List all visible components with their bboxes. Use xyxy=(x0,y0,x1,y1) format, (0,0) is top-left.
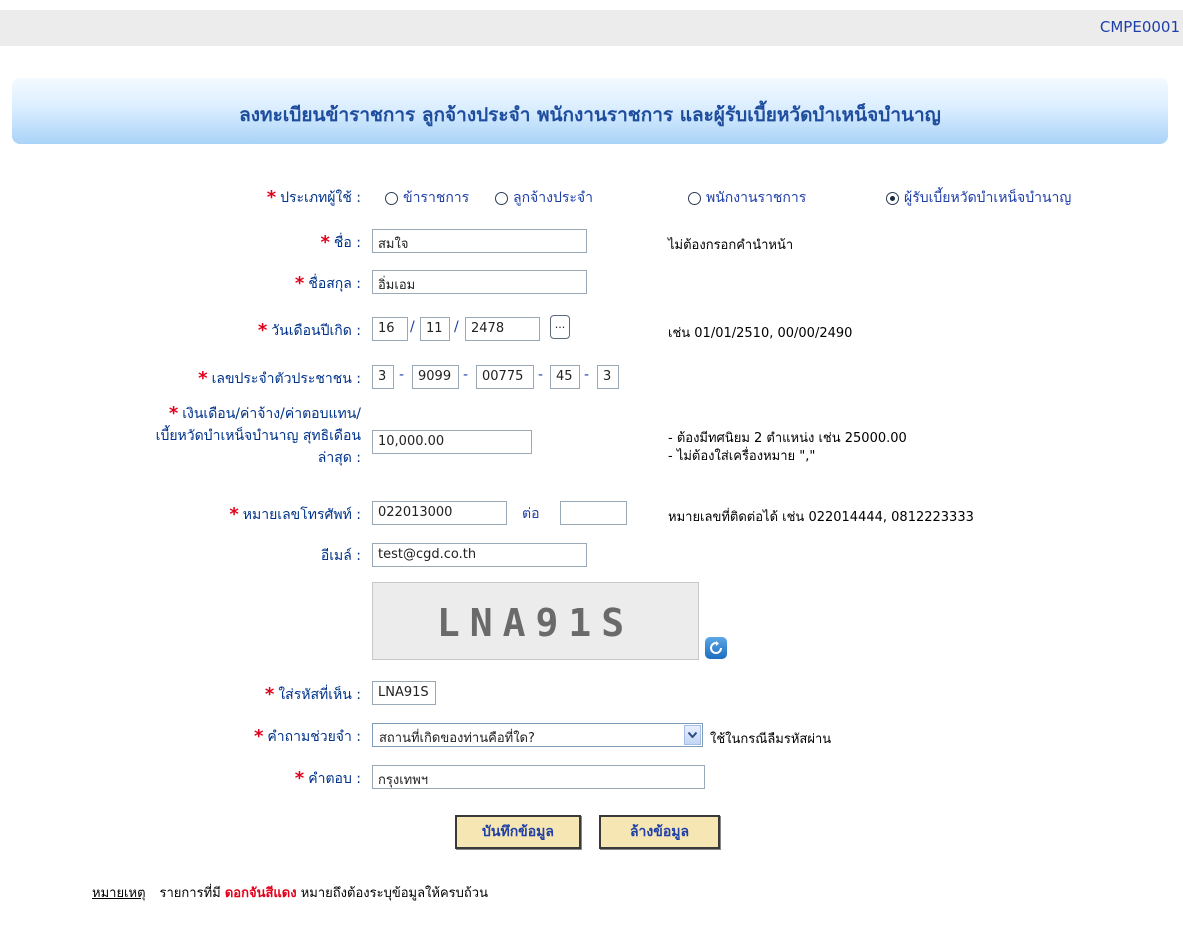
radio-circle-selected[interactable] xyxy=(886,191,899,205)
birth-year-input[interactable]: 2478 xyxy=(465,317,540,341)
radio-circle[interactable] xyxy=(385,191,398,205)
last-name-input[interactable]: อิ่มเอม xyxy=(372,270,587,294)
captcha-input[interactable]: LNA91S xyxy=(372,681,436,705)
security-question-select[interactable]: สถานที่เกิดของท่านคือที่ใด? xyxy=(372,723,703,747)
refresh-icon[interactable] xyxy=(705,637,727,659)
note-title: หมายเหตุ xyxy=(92,886,146,901)
first-name-label: * ชื่อ : xyxy=(320,232,362,253)
citizen-id-part-2[interactable]: 9099 xyxy=(412,365,459,389)
page-code: CMPE0001 xyxy=(1099,18,1180,36)
birth-day-input[interactable]: 16 xyxy=(372,317,408,341)
answer-input[interactable]: กรุงเทพฯ xyxy=(372,765,705,789)
birth-date-hint: เช่น 01/01/2510, 00/00/2490 xyxy=(668,326,853,341)
citizen-id-part-1[interactable]: 3 xyxy=(372,365,394,389)
birth-date-label: * วันเดือนปีเกิด : xyxy=(257,320,361,341)
salary-label: * เงินเดือน/ค่าจ้าง/ค่าตอบแทน/ เบี้ยหวัดบ… xyxy=(155,403,361,466)
first-name-hint: ไม่ต้องกรอกคำนำหน้า xyxy=(668,238,794,253)
radio-government-employee[interactable]: พนักงานราชการ xyxy=(688,187,806,209)
required-star: * xyxy=(266,187,277,208)
birth-month-input[interactable]: 11 xyxy=(420,317,450,341)
captcha-input-label: * ใส่รหัสที่เห็น : xyxy=(264,684,361,705)
email-label: อีเมล์ : xyxy=(320,548,361,564)
captcha-text: LNA91S xyxy=(436,601,635,645)
phone-label: * หมายเลขโทรศัพท์ : xyxy=(229,504,361,525)
phone-hint: หมายเลขที่ติดต่อได้ เช่น 022014444, 0812… xyxy=(668,510,974,525)
user-type-label: * ประเภทผู้ใช้ : xyxy=(266,187,361,208)
top-strip xyxy=(0,0,1183,10)
radio-civil-servant[interactable]: ข้าราชการ xyxy=(385,187,469,209)
salary-input[interactable]: 10,000.00 xyxy=(372,430,532,454)
radio-circle[interactable] xyxy=(495,191,508,205)
email-input[interactable]: test@cgd.co.th xyxy=(372,543,587,567)
note-highlight: ดอกจันสีแดง xyxy=(224,886,297,901)
phone-ext-label: ต่อ xyxy=(522,506,540,522)
citizen-id-part-4[interactable]: 45 xyxy=(550,365,580,389)
last-name-label: * ชื่อสกุล : xyxy=(294,273,361,294)
security-question-label: * คำถามช่วยจำ : xyxy=(253,726,361,747)
clear-button[interactable]: ล้างข้อมูล xyxy=(599,815,720,849)
answer-label: * คำตอบ : xyxy=(294,768,361,789)
captcha-image: LNA91S xyxy=(372,582,699,660)
calendar-button[interactable]: ... xyxy=(550,315,570,339)
radio-pensioner[interactable]: ผู้รับเบี้ยหวัดบำเหน็จบำนาญ xyxy=(886,187,1071,209)
citizen-id-part-5[interactable]: 3 xyxy=(597,365,619,389)
save-button[interactable]: บันทึกข้อมูล xyxy=(455,815,581,849)
footer-note: หมายเหตุ รายการที่มี ดอกจันสีแดง หมายถึงต… xyxy=(92,886,488,901)
citizen-id-label: * เลขประจำตัวประชาชน : xyxy=(198,368,361,389)
radio-circle[interactable] xyxy=(688,191,701,205)
page-title: ลงทะเบียนข้าราชการ ลูกจ้างประจำ พนักงานร… xyxy=(239,104,941,126)
phone-input[interactable]: 022013000 xyxy=(372,501,507,525)
citizen-id-part-3[interactable]: 00775 xyxy=(476,365,534,389)
security-question-hint: ใช้ในกรณีลืมรหัสผ่าน xyxy=(710,732,832,747)
first-name-input[interactable]: สมใจ xyxy=(372,229,587,253)
refresh-glyph xyxy=(710,641,722,654)
title-banner: ลงทะเบียนข้าราชการ ลูกจ้างประจำ พนักงานร… xyxy=(12,78,1168,144)
radio-permanent-employee[interactable]: ลูกจ้างประจำ xyxy=(495,187,593,209)
salary-hint-2: - ไม่ต้องใส่เครื่องหมาย "," xyxy=(668,449,816,464)
phone-ext-input[interactable] xyxy=(560,501,627,525)
chevron-down-icon[interactable] xyxy=(684,725,701,745)
header-bar: CMPE0001 xyxy=(0,10,1183,46)
security-question-value: สถานที่เกิดของท่านคือที่ใด? xyxy=(379,731,535,746)
